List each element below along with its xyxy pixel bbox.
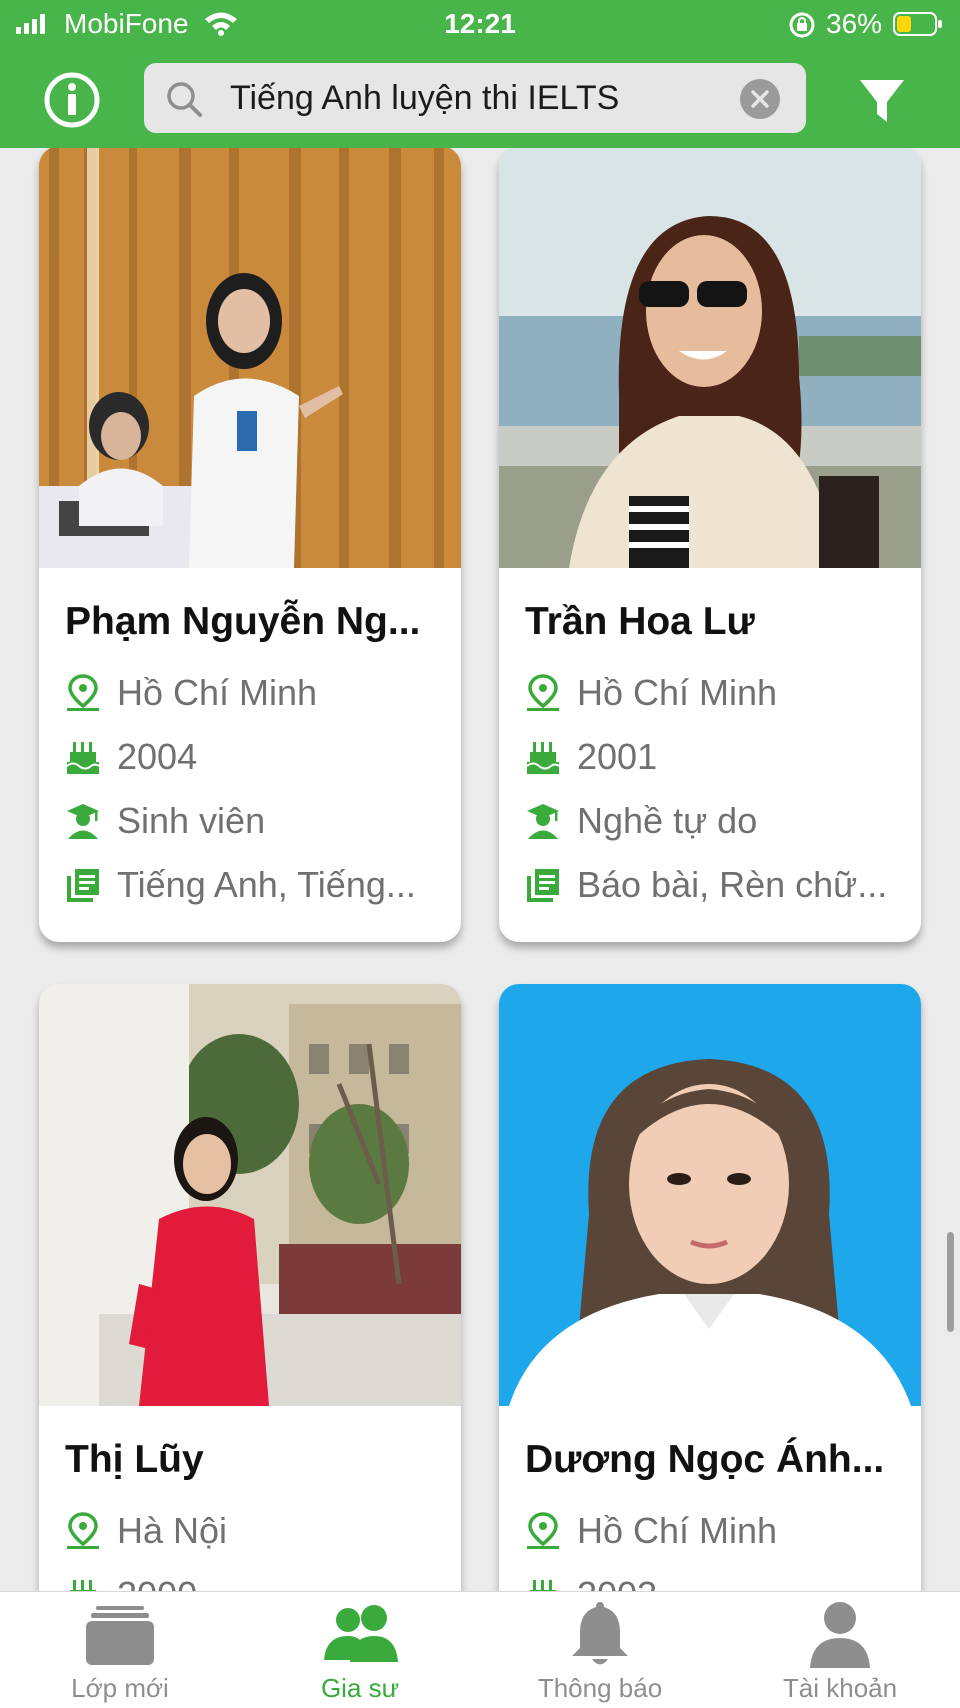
- tutor-name: Phạm Nguyễn Ng...: [65, 600, 421, 643]
- info-button[interactable]: [38, 70, 128, 130]
- tutor-location: Hà Nội: [65, 1506, 455, 1556]
- status-time: 12:21: [444, 8, 516, 39]
- scrollbar[interactable]: [947, 1232, 954, 1332]
- tutor-occupation: Sinh viên: [65, 796, 455, 846]
- book-icon: [67, 869, 99, 902]
- tab-account[interactable]: Tài khoản: [720, 1592, 960, 1708]
- tab-notifications[interactable]: Thông báo: [480, 1592, 720, 1708]
- tutor-card[interactable]: Phạm Nguyễn Ng... Hồ Chí Minh 2004 Sinh …: [39, 148, 461, 942]
- tutor-location: Hồ Chí Minh: [525, 1506, 915, 1556]
- tutor-card[interactable]: Thị Lũy Hà Nội 2000: [39, 984, 461, 1591]
- cake-icon: [526, 742, 560, 774]
- tutor-card[interactable]: Dương Ngọc Ánh... Hồ Chí Minh 2003: [499, 984, 921, 1591]
- graduate-icon: [527, 804, 559, 839]
- tutor-birth-year: 2001: [525, 732, 915, 782]
- cake-icon: [70, 1580, 96, 1591]
- tutor-birth-year: 2003: [525, 1570, 915, 1591]
- tutor-birth-year: 2004: [65, 732, 455, 782]
- filter-icon[interactable]: [858, 78, 906, 126]
- search-bar[interactable]: Tiếng Anh luyện thi IELTS: [144, 63, 806, 133]
- user-icon: [810, 1602, 870, 1668]
- app-header: MobiFone 12:21 36% Tiếng Anh luyện thi I…: [0, 0, 960, 148]
- tutor-name: Dương Ngọc Ánh...: [525, 1438, 885, 1481]
- status-bar: MobiFone 12:21 36%: [0, 0, 960, 50]
- search-input[interactable]: Tiếng Anh luyện thi IELTS: [230, 63, 619, 133]
- tutor-subjects: Báo bài, Rèn chữ...: [525, 860, 915, 910]
- tutor-photo: [499, 148, 921, 568]
- cake-icon: [530, 1580, 556, 1591]
- tutor-birth-year: 2000: [65, 1570, 455, 1591]
- tutor-name: Trần Hoa Lư: [525, 600, 755, 643]
- tutor-subjects: Tiếng Anh, Tiếng...: [65, 860, 455, 910]
- tutor-grid: Phạm Nguyễn Ng... Hồ Chí Minh 2004 Sinh …: [0, 148, 960, 1591]
- cake-icon: [66, 742, 100, 774]
- tab-tutors[interactable]: Gia sư: [240, 1592, 480, 1708]
- tutor-photo: [39, 148, 461, 568]
- tutor-photo: [499, 984, 921, 1406]
- tutor-location: Hồ Chí Minh: [65, 668, 455, 718]
- tutor-name: Thị Lũy: [65, 1438, 204, 1481]
- battery-icon: [893, 12, 942, 36]
- tutor-occupation: Nghề tự do: [525, 796, 915, 846]
- people-icon: [324, 1605, 398, 1662]
- location-pin-icon: [67, 1512, 99, 1549]
- stack-icon: [86, 1606, 154, 1665]
- tutor-card[interactable]: Trần Hoa Lư Hồ Chí Minh 2001 Nghề tự do …: [499, 148, 921, 942]
- location-pin-icon: [527, 674, 559, 711]
- location-pin-icon: [67, 674, 99, 711]
- graduate-icon: [67, 804, 99, 839]
- tab-bar: Lớp mới Gia sư Thông báo Tài khoản: [0, 1591, 960, 1708]
- rotation-lock-icon: [789, 12, 815, 38]
- tutor-location: Hồ Chí Minh: [525, 668, 915, 718]
- search-icon: [167, 82, 202, 117]
- clear-search-icon[interactable]: [740, 79, 780, 119]
- book-icon: [527, 869, 559, 902]
- tutor-photo: [39, 984, 461, 1406]
- bell-icon: [572, 1602, 628, 1665]
- battery-percent: 36%: [826, 8, 883, 39]
- tab-new-classes[interactable]: Lớp mới: [0, 1592, 240, 1708]
- location-pin-icon: [527, 1512, 559, 1549]
